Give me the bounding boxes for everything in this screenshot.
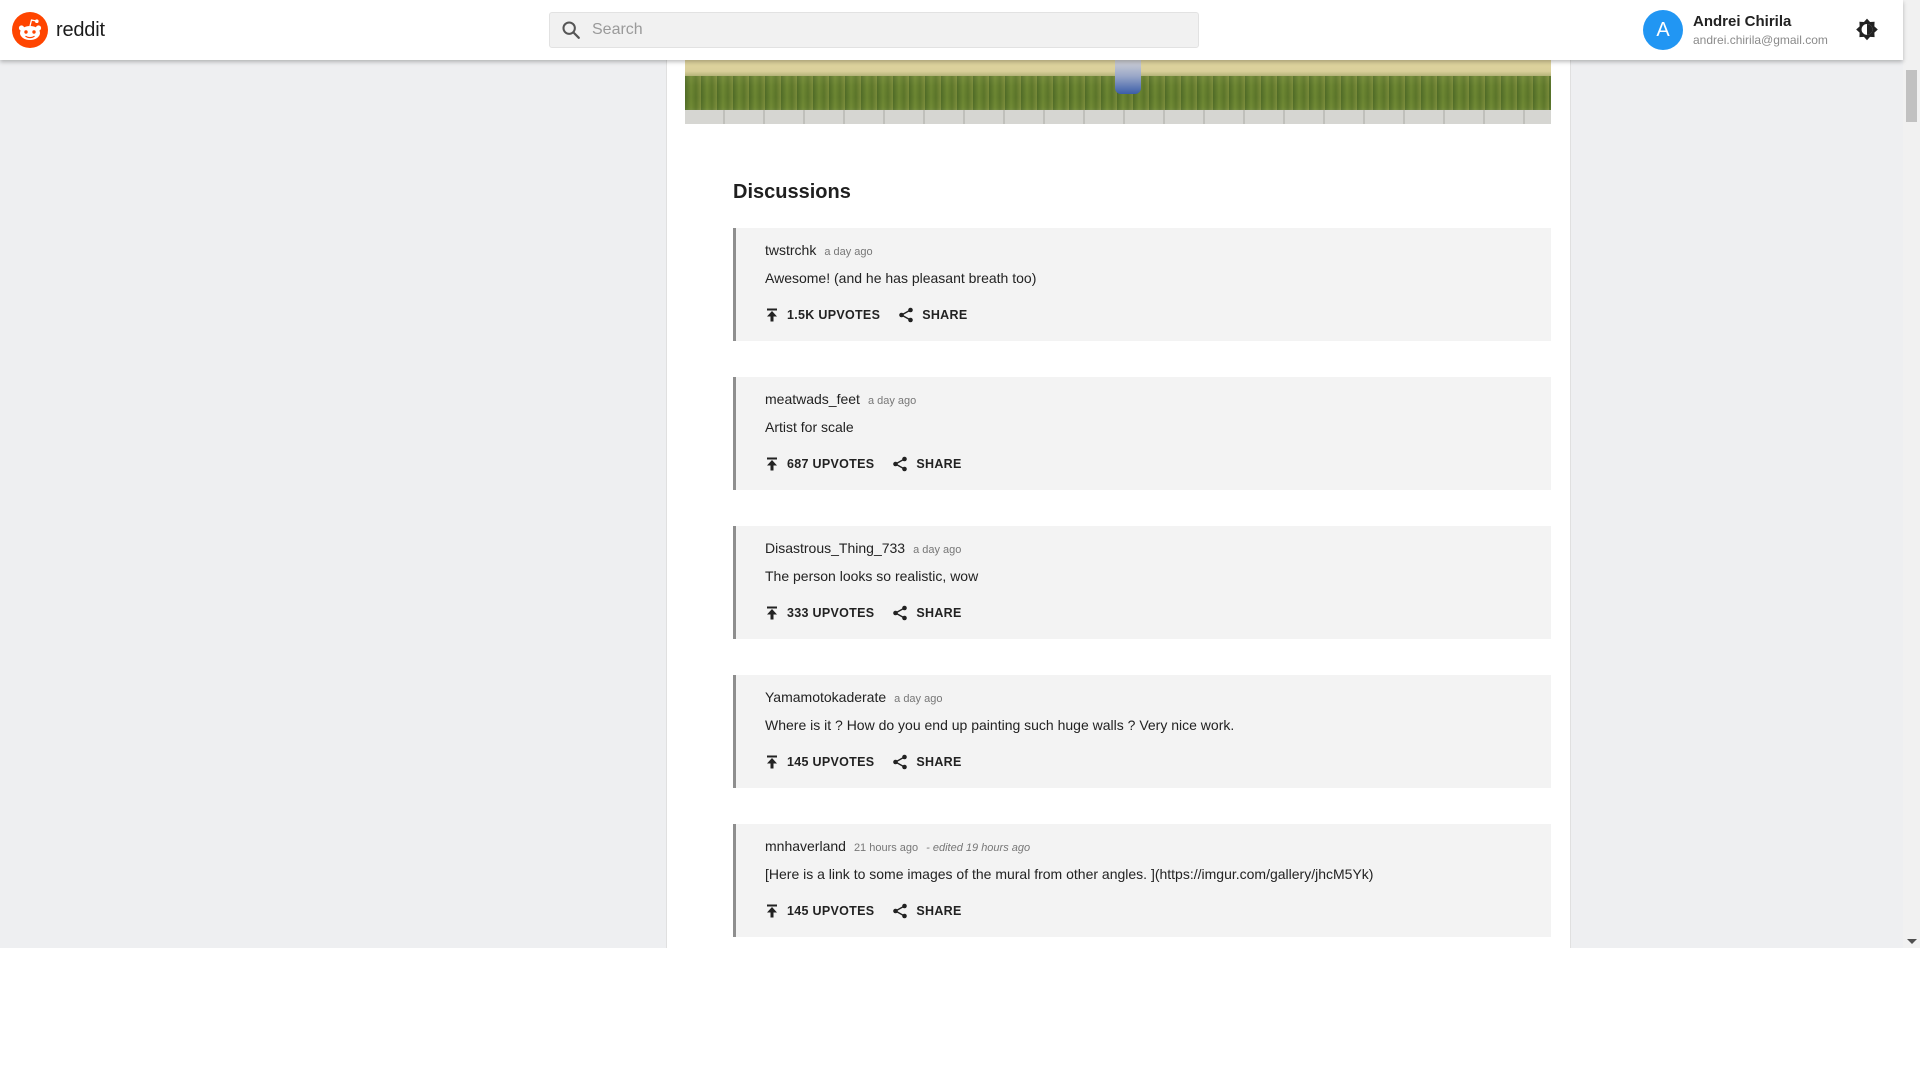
comment-author[interactable]: mnhaverland [765,838,846,854]
comment-body: Where is it ? How do you end up painting… [765,717,1235,733]
share-label: SHARE [916,457,962,471]
scrollbar-thumb[interactable] [1906,70,1917,122]
comment-author[interactable]: meatwads_feet [765,391,860,407]
comment-list: twstrchk a day ago Awesome! (and he has … [733,228,1551,948]
image-curb [685,110,1551,124]
comment-time: a day ago [824,246,873,258]
comment-header: Yamamotokaderate a day ago [765,689,942,705]
reddit-alien-icon [12,12,48,48]
comment-author[interactable]: Yamamotokaderate [765,689,886,705]
comment-author[interactable]: Disastrous_Thing_733 [765,540,905,556]
comment-time: a day ago [867,395,917,407]
comment: Disastrous_Thing_733 a day ago The perso… [733,526,1551,639]
share-button[interactable]: SHARE [892,903,961,919]
upvote-arrow-icon [767,308,777,322]
image-figure [1115,58,1141,94]
comment-time: a day ago [913,544,962,556]
comment-author[interactable]: twstrchk [765,242,816,258]
comment: meatwads_feet a day ago Artist for scale… [733,377,1551,490]
comment-body: [Here is a link to some images of the mu… [765,866,1374,882]
comment-time: 21 hours ago [853,842,919,854]
share-label: SHARE [922,308,968,322]
upvote-button[interactable]: 333 UPVOTES [765,606,874,620]
search-bar [549,12,1199,48]
comment-edited: - edited 19 hours ago [926,842,1031,854]
comment-body: The person looks so realistic, wow [765,568,979,584]
comment-time: a day ago [894,693,943,705]
comment-actions: 145 UPVOTES SHARE [765,754,980,770]
comment-header: mnhaverland 21 hours ago - edited 19 hou… [765,838,1030,854]
share-label: SHARE [916,904,962,918]
share-icon [893,605,908,621]
share-label: SHARE [916,606,962,620]
comment-actions: 145 UPVOTES SHARE [765,903,980,919]
upvote-count: 1.5K UPVOTES [787,308,881,322]
upvote-count: 687 UPVOTES [787,457,875,471]
user-meta: Andrei Chirila andrei.chirila@gmail.com [1693,13,1828,47]
page-scrollbar[interactable] [1903,0,1920,948]
upvote-button[interactable]: 687 UPVOTES [765,457,874,471]
share-icon [893,903,908,919]
app-header: reddit A Andrei Chirila andrei.chirila@g… [0,0,1903,60]
user-name: Andrei Chirila [1693,12,1792,30]
comment-actions: 333 UPVOTES SHARE [765,605,980,621]
comment-header: meatwads_feet a day ago [765,391,916,407]
discussions-title: Discussions [733,181,851,203]
comment: twstrchk a day ago Awesome! (and he has … [733,228,1551,341]
share-button[interactable]: SHARE [892,456,961,472]
upvote-button[interactable]: 145 UPVOTES [765,755,874,769]
user-email: andrei.chirila@gmail.com [1693,32,1828,47]
share-icon [893,456,908,472]
upvote-arrow-icon [767,904,777,918]
user-profile[interactable]: A Andrei Chirila andrei.chirila@gmail.co… [1643,10,1828,50]
comment-body: Artist for scale [765,419,854,435]
comment-actions: 687 UPVOTES SHARE [765,456,980,472]
search-icon [562,21,580,39]
post-content: Discussions twstrchk a day ago Awesome! … [666,0,1571,948]
browser-viewport: reddit A Andrei Chirila andrei.chirila@g… [0,0,1920,948]
share-button[interactable]: SHARE [892,754,961,770]
share-button[interactable]: SHARE [892,605,961,621]
comment: mnhaverland 21 hours ago - edited 19 hou… [733,824,1551,937]
search-input[interactable] [590,20,1174,40]
comment: Yamamotokaderate a day ago Where is it ?… [733,675,1551,788]
logo-text: reddit [56,18,105,41]
comment-body: Awesome! (and he has pleasant breath too… [765,270,1037,286]
share-button[interactable]: SHARE [898,307,967,323]
upvote-button[interactable]: 1.5K UPVOTES [765,308,880,322]
brightness-icon[interactable] [1854,17,1880,43]
upvote-arrow-icon [767,755,777,769]
upvote-count: 145 UPVOTES [787,755,875,769]
comment-header: Disastrous_Thing_733 a day ago [765,540,961,556]
comment-actions: 1.5K UPVOTES SHARE [765,307,985,323]
comment-header: twstrchk a day ago [765,242,873,258]
reddit-logo[interactable]: reddit [12,12,105,48]
upvote-button[interactable]: 145 UPVOTES [765,904,874,918]
upvote-arrow-icon [767,457,777,471]
upvote-arrow-icon [767,606,777,620]
share-icon [899,307,914,323]
upvote-count: 145 UPVOTES [787,904,875,918]
share-label: SHARE [916,755,962,769]
post-image[interactable] [685,58,1551,124]
scroll-down-arrow-icon[interactable] [1907,939,1917,944]
share-icon [893,754,908,770]
upvote-count: 333 UPVOTES [787,606,875,620]
avatar[interactable]: A [1643,10,1683,50]
